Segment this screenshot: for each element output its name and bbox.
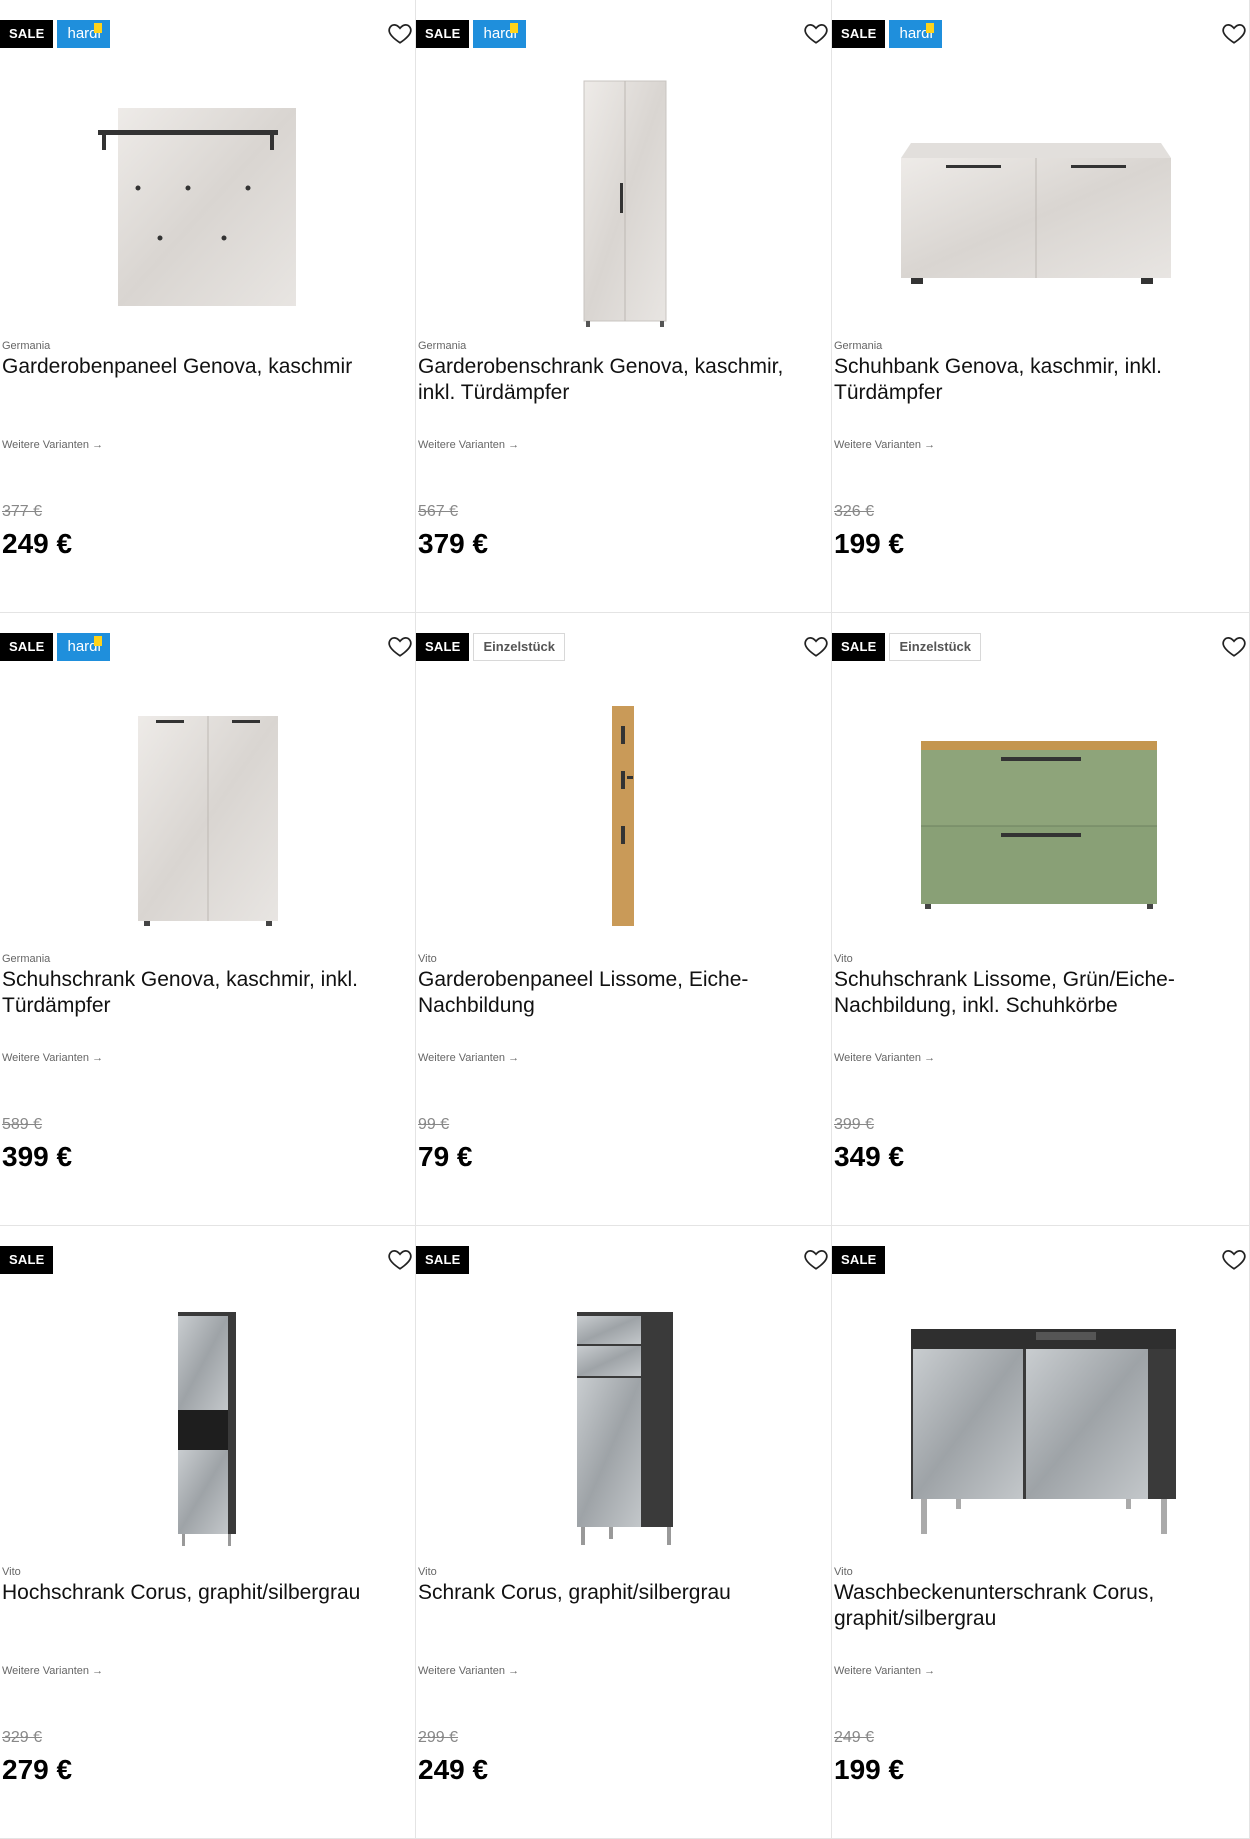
sale-badge: SALE bbox=[832, 633, 886, 661]
current-price: 349 € bbox=[834, 1141, 905, 1172]
sale-badge: SALE bbox=[416, 633, 470, 661]
current-price: 379 € bbox=[418, 528, 489, 559]
product-brand: Germania bbox=[2, 953, 51, 965]
heart-icon[interactable] bbox=[1221, 633, 1247, 659]
single-item-badge: Einzelstück bbox=[473, 633, 566, 661]
hardi-badge: hardi bbox=[57, 633, 110, 661]
hardi-badge: hardi bbox=[473, 20, 526, 48]
badge-row: SALE Einzelstück bbox=[832, 633, 982, 661]
product-card[interactable]: SALE Vito Waschbeckenunterschrank Corus, … bbox=[832, 1226, 1250, 1839]
current-price: 79 € bbox=[418, 1141, 473, 1172]
sale-badge: SALE bbox=[832, 1246, 886, 1274]
shoe-cabinet-icon[interactable] bbox=[0, 681, 415, 951]
product-brand: Vito bbox=[2, 1566, 21, 1578]
more-variants-link[interactable]: Weitere Varianten → bbox=[834, 439, 935, 451]
old-price: 249 € bbox=[834, 1729, 875, 1746]
more-variants-link[interactable]: Weitere Varianten → bbox=[418, 439, 519, 451]
sale-badge: SALE bbox=[416, 1246, 470, 1274]
single-item-badge: Einzelstück bbox=[889, 633, 982, 661]
badge-row: SALE hardi bbox=[416, 20, 526, 48]
badge-row: SALE hardi bbox=[0, 20, 110, 48]
heart-icon[interactable] bbox=[803, 20, 829, 46]
product-title[interactable]: Schrank Corus, graphit/silbergrau bbox=[418, 1580, 823, 1606]
badge-row: SALE bbox=[416, 1246, 470, 1274]
product-title[interactable]: Schuhschrank Genova, kaschmir, inkl. Tür… bbox=[2, 967, 407, 1019]
shoe-bench-icon[interactable] bbox=[832, 68, 1249, 338]
badge-row: SALE hardi bbox=[832, 20, 942, 48]
product-title[interactable]: Schuhschrank Lissome, Grün/Eiche-Nachbil… bbox=[834, 967, 1241, 1019]
sale-badge: SALE bbox=[0, 633, 54, 661]
bath-cabinet-icon[interactable] bbox=[416, 1294, 831, 1564]
heart-icon[interactable] bbox=[387, 633, 413, 659]
sale-badge: SALE bbox=[416, 20, 470, 48]
product-title[interactable]: Garderobenpaneel Lissome, Eiche-Nachbild… bbox=[418, 967, 823, 1019]
tall-wardrobe-icon[interactable] bbox=[416, 68, 831, 338]
product-card[interactable]: SALE Einzelstück Vito Garderobenpaneel Lis… bbox=[416, 613, 832, 1226]
heart-icon[interactable] bbox=[803, 633, 829, 659]
coat-panel-icon[interactable] bbox=[0, 68, 415, 338]
more-variants-link[interactable]: Weitere Varianten → bbox=[2, 1665, 103, 1677]
product-brand: Vito bbox=[418, 953, 437, 965]
more-variants-link[interactable]: Weitere Varianten → bbox=[418, 1665, 519, 1677]
wood-hook-panel-icon[interactable] bbox=[416, 681, 831, 951]
product-card[interactable]: SALE hardi Germania Garderobenschrank Geno… bbox=[416, 0, 832, 613]
product-title[interactable]: Garderobenschrank Genova, kaschmir, inkl… bbox=[418, 354, 823, 406]
product-card[interactable]: SALE hardi Germania Garderobenpaneel Genov… bbox=[0, 0, 416, 613]
more-variants-link[interactable]: Weitere Varianten → bbox=[2, 1052, 103, 1064]
current-price: 279 € bbox=[2, 1754, 73, 1785]
product-brand: Vito bbox=[418, 1566, 437, 1578]
old-price: 399 € bbox=[834, 1116, 875, 1133]
sale-badge: SALE bbox=[0, 1246, 54, 1274]
product-brand: Germania bbox=[418, 340, 467, 352]
badge-row: SALE hardi bbox=[0, 633, 110, 661]
more-variants-link[interactable]: Weitere Varianten → bbox=[2, 439, 103, 451]
sale-badge: SALE bbox=[832, 20, 886, 48]
product-card[interactable]: SALE Vito Schrank Corus, graphit/silbergr… bbox=[416, 1226, 832, 1839]
product-grid: SALE hardi Germania Garderobenpaneel Genov… bbox=[0, 0, 1250, 1839]
old-price: 377 € bbox=[2, 503, 43, 520]
product-title[interactable]: Hochschrank Corus, graphit/silbergrau bbox=[2, 1580, 407, 1606]
green-shoe-cabinet-icon[interactable] bbox=[832, 681, 1249, 951]
old-price: 326 € bbox=[834, 503, 875, 520]
old-price: 567 € bbox=[418, 503, 459, 520]
more-variants-link[interactable]: Weitere Varianten → bbox=[418, 1052, 519, 1064]
product-card[interactable]: SALE Einzelstück Vito Schuhschrank Lissome… bbox=[832, 613, 1250, 1226]
product-card[interactable]: SALE hardi Germania Schuhbank Genova, kasc… bbox=[832, 0, 1250, 613]
heart-icon[interactable] bbox=[387, 20, 413, 46]
hardi-badge: hardi bbox=[57, 20, 110, 48]
heart-icon[interactable] bbox=[387, 1246, 413, 1272]
vanity-unit-icon[interactable] bbox=[832, 1294, 1249, 1564]
product-card[interactable]: SALE Vito Hochschrank Corus, graphit/silb… bbox=[0, 1226, 416, 1839]
current-price: 249 € bbox=[2, 528, 73, 559]
badge-row: SALE bbox=[0, 1246, 54, 1274]
current-price: 399 € bbox=[2, 1141, 73, 1172]
product-brand: Germania bbox=[2, 340, 51, 352]
heart-icon[interactable] bbox=[803, 1246, 829, 1272]
product-brand: Vito bbox=[834, 953, 853, 965]
old-price: 589 € bbox=[2, 1116, 43, 1133]
product-card[interactable]: SALE hardi Germania Schuhschrank Genova, k… bbox=[0, 613, 416, 1226]
current-price: 249 € bbox=[418, 1754, 489, 1785]
current-price: 199 € bbox=[834, 1754, 905, 1785]
current-price: 199 € bbox=[834, 528, 905, 559]
product-title[interactable]: Garderobenpaneel Genova, kaschmir bbox=[2, 354, 407, 380]
heart-icon[interactable] bbox=[1221, 20, 1247, 46]
more-variants-link[interactable]: Weitere Varianten → bbox=[834, 1665, 935, 1677]
hardi-badge: hardi bbox=[889, 20, 942, 48]
old-price: 329 € bbox=[2, 1729, 43, 1746]
product-title[interactable]: Schuhbank Genova, kaschmir, inkl. Türdäm… bbox=[834, 354, 1241, 406]
more-variants-link[interactable]: Weitere Varianten → bbox=[834, 1052, 935, 1064]
sale-badge: SALE bbox=[0, 20, 54, 48]
product-brand: Germania bbox=[834, 340, 883, 352]
badge-row: SALE bbox=[832, 1246, 886, 1274]
heart-icon[interactable] bbox=[1221, 1246, 1247, 1272]
tall-bath-cabinet-icon[interactable] bbox=[0, 1294, 415, 1564]
old-price: 99 € bbox=[418, 1116, 450, 1133]
old-price: 299 € bbox=[418, 1729, 459, 1746]
product-brand: Vito bbox=[834, 1566, 853, 1578]
badge-row: SALE Einzelstück bbox=[416, 633, 566, 661]
product-title[interactable]: Waschbeckenunterschrank Corus, graphit/s… bbox=[834, 1580, 1241, 1632]
